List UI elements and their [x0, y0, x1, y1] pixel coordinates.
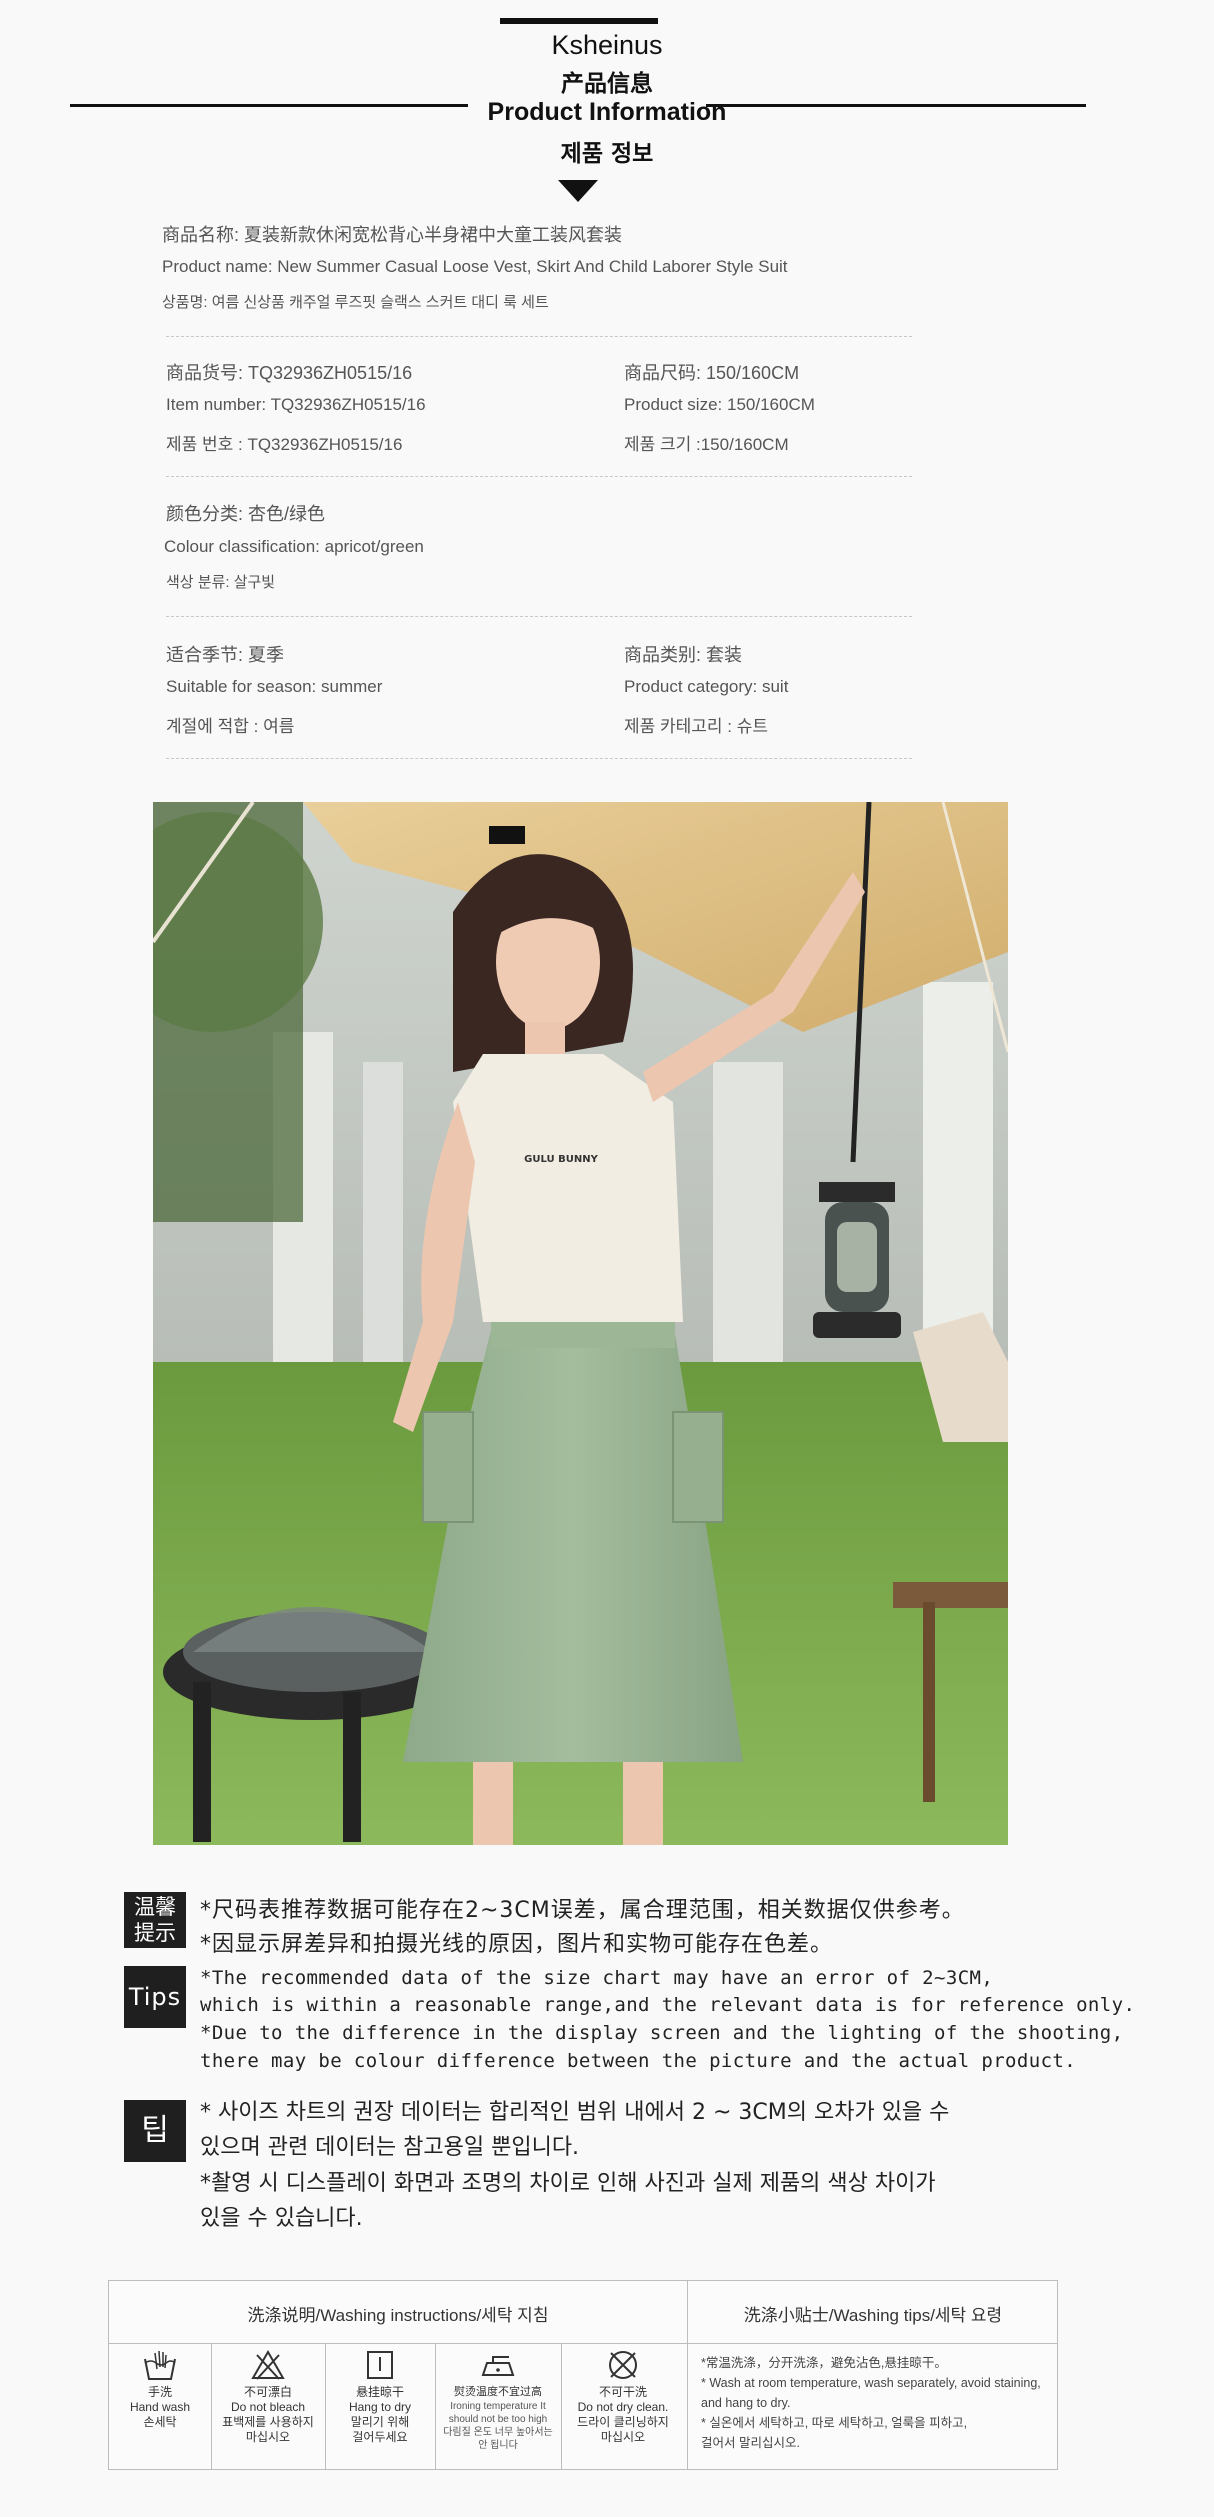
- product-photo: GULU BUNNY: [153, 802, 1008, 1845]
- tip-ko-4: 있을 수 있습니다.: [200, 2206, 363, 2231]
- care-label: 드라이 클리닝하지: [577, 2415, 669, 2429]
- product-size-cn: 商品尺码: 150/160CM: [624, 363, 800, 383]
- hand-wash-icon: [144, 2350, 176, 2380]
- divider: [166, 758, 912, 759]
- care-label: 다림질 온도 너무 높아서는 안 됩니다: [443, 2427, 553, 2451]
- washing-tips-header: 洗涤小贴士/Washing tips/세탁 요령: [743, 2306, 1003, 2325]
- washing-tip-line: * 실온에서 세탁하고, 따로 세탁하고, 얼룩을 피하고,: [701, 2416, 968, 2430]
- washing-tip-line: * Wash at room temperature, wash separat…: [701, 2376, 1041, 2390]
- product-size-ko: 제품 크기 :150/160CM: [624, 435, 789, 454]
- washing-tip-line: 걸어서 말리십시오.: [701, 2436, 800, 2450]
- category-cn: 商品类别: 套装: [624, 645, 743, 665]
- item-number-ko: 제품 번호 : TQ32936ZH0515/16: [166, 435, 403, 454]
- product-name-ko: 상품명: 여름 신상품 캐주얼 루즈핏 슬랙스 스커트 대디 룩 세트: [162, 294, 549, 311]
- care-label: 不可漂白: [243, 2385, 292, 2399]
- care-no-bleach: 不可漂白 Do not bleach 표백제를 사용하지 마십시오: [218, 2349, 318, 2445]
- tip-en-2: which is within a reasonable range,and t…: [200, 1994, 1136, 2016]
- product-size-en: Product size: 150/160CM: [624, 395, 815, 414]
- season-en: Suitable for season: summer: [166, 677, 383, 696]
- tips-badge-cn-line1: 温馨: [134, 1895, 176, 1919]
- brand-name: Ksheinus: [551, 30, 663, 60]
- care-hang-dry: 悬挂晾干 Hang to dry 말리기 위해 걸어두세요: [330, 2349, 430, 2445]
- table-divider: [561, 2343, 562, 2469]
- care-label: should not be too high: [448, 2414, 548, 2425]
- tip-en-4: there may be colour difference between t…: [200, 2050, 1077, 2072]
- care-label: 手洗: [147, 2385, 172, 2399]
- season-cn: 适合季节: 夏季: [166, 645, 285, 665]
- care-label: 마십시오: [600, 2430, 646, 2444]
- care-label: 손세탁: [143, 2415, 177, 2429]
- care-label: Do not dry clean.: [577, 2400, 669, 2414]
- care-label: Hand wash: [129, 2400, 191, 2414]
- category-ko: 제품 카테고리 : 슈트: [624, 717, 769, 736]
- tip-ko-1: * 사이즈 차트의 권장 데이터는 합리적인 범위 내에서 2 ~ 3CM의 오…: [200, 2100, 950, 2125]
- divider: [166, 476, 912, 477]
- tip-en-3: *Due to the difference in the display sc…: [200, 2022, 1124, 2044]
- table-divider: [109, 2343, 1057, 2344]
- season-ko: 계절에 적합 : 여름: [166, 717, 295, 736]
- tips-badge-en: Tips: [124, 1966, 186, 2028]
- tip-ko-3: *촬영 시 디스플레이 화면과 조명의 차이로 인해 사진과 실제 제품의 색상…: [200, 2171, 936, 2196]
- table-divider: [325, 2343, 326, 2469]
- product-name-en: Product name: New Summer Casual Loose Ve…: [162, 257, 788, 276]
- care-label: 不可干洗: [598, 2385, 647, 2399]
- product-name-cn: 商品名称: 夏装新款休闲宽松背心半身裙中大童工装风套装: [162, 225, 622, 245]
- tip-ko-2: 있으며 관련 데이터는 참고용일 뿐입니다.: [200, 2135, 580, 2160]
- tip-en-1: *The recommended data of the size chart …: [200, 1967, 994, 1989]
- section-title-ko: 제품 정보: [560, 141, 654, 167]
- washing-instructions-header: 洗涤说明/Washing instructions/세탁 지침: [247, 2306, 549, 2325]
- down-triangle-icon: [558, 180, 598, 202]
- no-bleach-icon: [251, 2349, 285, 2380]
- care-label: 熨烫温度不宜过高: [454, 2386, 542, 2398]
- care-hand-wash: 手洗 Hand wash 손세탁: [110, 2349, 210, 2430]
- care-label: 말리기 위해: [350, 2415, 410, 2429]
- section-title-en: Product Information: [487, 98, 727, 126]
- washing-tip-line: and hang to dry.: [701, 2396, 791, 2410]
- color-class-ko: 색상 분류: 살구빛: [166, 574, 276, 591]
- color-class-en: Colour classification: apricot/green: [164, 537, 424, 556]
- washing-tips-text: *常温洗涤，分开洗涤，避免沾色,悬挂晾干。 * Wash at room tem…: [701, 2353, 1053, 2453]
- tip-cn-2: *因显示屏差异和拍摄光线的原因，图片和实物可能存在色差。: [200, 1932, 834, 1957]
- item-number-en: Item number: TQ32936ZH0515/16: [166, 395, 426, 414]
- shirt-print: GULU BUNNY: [524, 1154, 598, 1165]
- header-top-bar: [500, 18, 658, 24]
- section-title-cn: 产品信息: [561, 71, 653, 97]
- care-label: 걸어두세요: [352, 2430, 408, 2444]
- divider: [166, 336, 912, 337]
- tips-badge-cn-line2: 提示: [134, 1921, 176, 1945]
- divider: [166, 616, 912, 617]
- category-en: Product category: suit: [624, 677, 789, 696]
- care-label: Do not bleach: [230, 2400, 306, 2414]
- tip-cn-1: *尺码表推荐数据可能存在2~3CM误差，属合理范围，相关数据仅供参考。: [200, 1898, 965, 1923]
- care-label: 표백제를 사용하지: [222, 2415, 314, 2429]
- item-number-cn: 商品货号: TQ32936ZH0515/16: [166, 363, 413, 383]
- table-divider: [211, 2343, 212, 2469]
- tips-badge-cn: 温馨 提示: [124, 1892, 186, 1948]
- care-no-dry-clean: 不可干洗 Do not dry clean. 드라이 클리닝하지 마십시오: [567, 2349, 679, 2445]
- care-label: 마십시오: [245, 2430, 291, 2444]
- iron-low-icon: [481, 2356, 515, 2376]
- care-label: 悬挂晾干: [355, 2385, 404, 2399]
- table-divider: [435, 2343, 436, 2469]
- care-label: Ironing temperature It: [450, 2401, 546, 2412]
- washing-table: 洗涤说明/Washing instructions/세탁 지침 洗涤小贴士/Wa…: [108, 2280, 1058, 2470]
- care-iron-low: 熨烫温度不宜过高 Ironing temperature It should n…: [442, 2349, 554, 2452]
- washing-tip-line: *常温洗涤，分开洗涤，避免沾色,悬挂晾干。: [701, 2356, 947, 2370]
- care-label: Hang to dry: [348, 2400, 412, 2414]
- no-dry-clean-icon: [609, 2351, 637, 2379]
- color-class-cn: 颜色分类: 杏色/绿色: [166, 504, 326, 524]
- hang-dry-icon: [367, 2351, 393, 2379]
- tips-badge-ko: 팁: [124, 2100, 186, 2162]
